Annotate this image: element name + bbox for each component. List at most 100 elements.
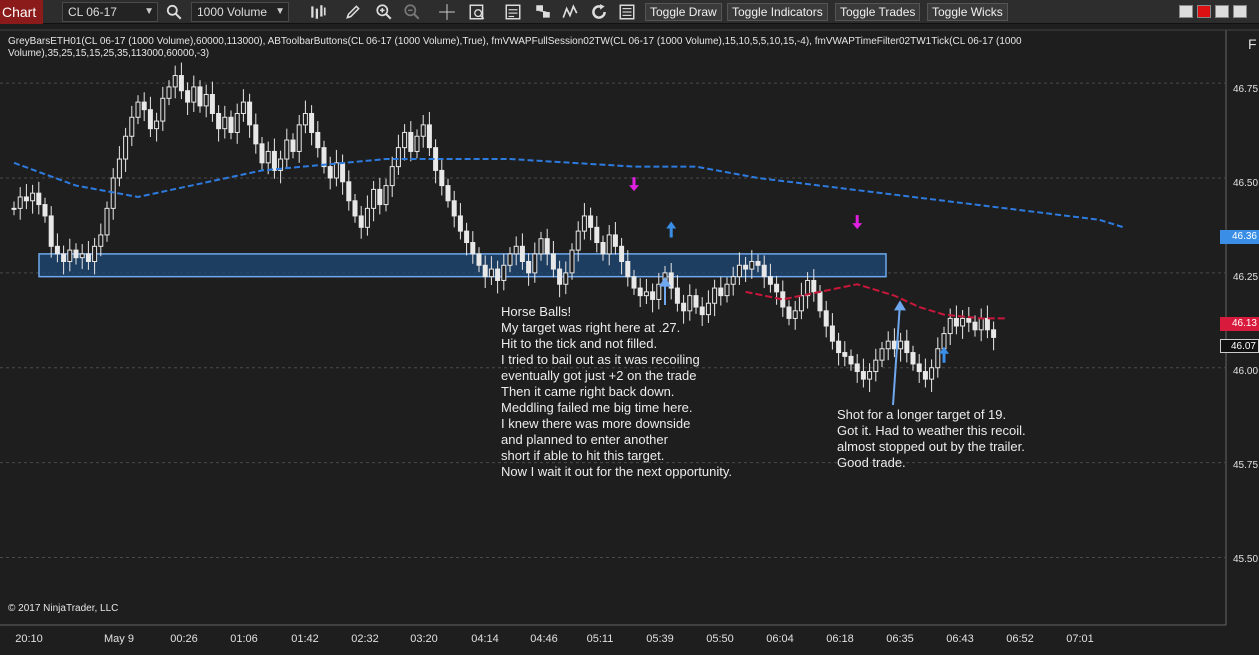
minimize-button[interactable] <box>1179 5 1193 18</box>
candle-body <box>848 355 854 365</box>
close-button[interactable] <box>1197 5 1211 18</box>
x-tick-label: 06:43 <box>946 633 974 645</box>
candle-body <box>712 287 718 304</box>
candle-body <box>767 276 773 285</box>
candle-body <box>271 150 277 171</box>
instrument-selector[interactable]: CL 06-17 ▼ <box>62 2 158 22</box>
candle-body <box>972 321 978 331</box>
candle-body <box>953 317 959 327</box>
candle-body <box>228 116 234 133</box>
properties-icon[interactable] <box>617 2 637 22</box>
chevron-down-icon: ▼ <box>144 6 154 17</box>
candle-body <box>253 124 259 145</box>
bar-type-label: 1000 Volume <box>197 5 268 19</box>
candle-body <box>507 253 513 266</box>
x-tick-label: 06:52 <box>1006 633 1034 645</box>
candle-body <box>154 120 160 130</box>
indicators-icon[interactable] <box>560 2 580 22</box>
candle-body <box>513 245 519 255</box>
candle-body <box>333 162 339 179</box>
candle-body <box>302 112 308 126</box>
y-tick-label: 46.50 <box>1233 178 1259 189</box>
candle-body <box>526 260 532 274</box>
chart-tab[interactable]: Chart <box>0 0 43 24</box>
restore-button[interactable] <box>1233 5 1247 18</box>
candle-body <box>389 166 395 187</box>
y-tick-label: 46.00 <box>1233 366 1259 377</box>
toggle-draw-button[interactable]: Toggle Draw <box>645 3 722 21</box>
candle-body <box>792 310 798 319</box>
candle-body <box>650 291 656 300</box>
candle-body <box>54 245 60 255</box>
candle-body <box>172 75 178 88</box>
candle-body <box>879 348 885 361</box>
candle-body <box>594 226 600 244</box>
candle-body <box>371 188 377 209</box>
crosshair-icon[interactable] <box>437 2 457 22</box>
annotation-right[interactable]: Shot for a longer target of 19. Got it. … <box>837 407 1026 471</box>
candle-body <box>674 287 680 304</box>
candle-body <box>829 325 835 342</box>
x-tick-label: 01:42 <box>291 633 319 645</box>
candle-body <box>309 112 315 133</box>
candle-body <box>327 166 333 179</box>
strategy-icon[interactable] <box>503 2 523 22</box>
candle-body <box>296 124 302 152</box>
candle-body <box>265 150 271 164</box>
candle-body <box>501 264 507 281</box>
candle-body <box>612 234 618 247</box>
candle-body <box>129 116 135 137</box>
candle-body <box>197 86 203 107</box>
candle-body <box>178 75 184 92</box>
candle-body <box>631 276 637 289</box>
candle-body <box>358 215 364 228</box>
candle-body <box>439 169 445 187</box>
candle-body <box>984 317 990 331</box>
bar-type-selector[interactable]: 1000 Volume ▼ <box>191 2 289 22</box>
x-tick-label: 04:14 <box>471 633 499 645</box>
candle-body <box>234 112 240 133</box>
candle-body <box>643 291 649 297</box>
candle-body <box>637 287 643 297</box>
toggle-trades-button[interactable]: Toggle Trades <box>835 3 921 21</box>
candle-body <box>383 185 389 206</box>
zoom-out-icon[interactable] <box>402 2 422 22</box>
candle-body <box>854 363 860 373</box>
candle-body <box>755 260 761 266</box>
candle-body <box>457 215 463 232</box>
toggle-indicators-button[interactable]: Toggle Indicators <box>727 3 828 21</box>
x-tick-label: 20:10 <box>15 633 43 645</box>
candle-body <box>98 234 104 247</box>
drawing-objects-icon[interactable] <box>533 2 553 22</box>
zoom-in-icon[interactable] <box>374 2 394 22</box>
maximize-button[interactable] <box>1215 5 1229 18</box>
candle-body <box>966 317 972 323</box>
candle-body <box>104 207 110 236</box>
refresh-icon[interactable] <box>589 2 609 22</box>
candle-body <box>240 101 246 114</box>
candle-body <box>817 291 823 312</box>
toggle-wicks-button[interactable]: Toggle Wicks <box>927 3 1008 21</box>
candle-body <box>166 86 172 99</box>
candle-body <box>898 340 904 350</box>
candle-body <box>544 238 550 255</box>
x-tick-label: 05:50 <box>706 633 734 645</box>
candle-body <box>836 340 842 354</box>
y-tick-label: 45.50 <box>1233 554 1259 565</box>
candle-body <box>216 112 222 130</box>
search-icon[interactable] <box>164 2 184 22</box>
candle-body <box>476 253 482 266</box>
candle-body <box>563 272 569 285</box>
data-box-icon[interactable] <box>467 2 487 22</box>
candle-body <box>346 181 352 202</box>
x-tick-label: 06:35 <box>886 633 914 645</box>
candle-body <box>718 287 724 297</box>
candle-body <box>929 367 935 380</box>
candle-body <box>470 242 476 255</box>
indicator-label: GreyBarsETH01(CL 06-17 (1000 Volume),600… <box>8 36 1022 59</box>
candle-body <box>185 90 191 103</box>
candle-body <box>488 268 494 278</box>
bar-style-icon[interactable] <box>308 2 328 22</box>
annotation-left[interactable]: Horse Balls! My target was right here at… <box>501 304 732 480</box>
pencil-icon[interactable] <box>343 2 363 22</box>
